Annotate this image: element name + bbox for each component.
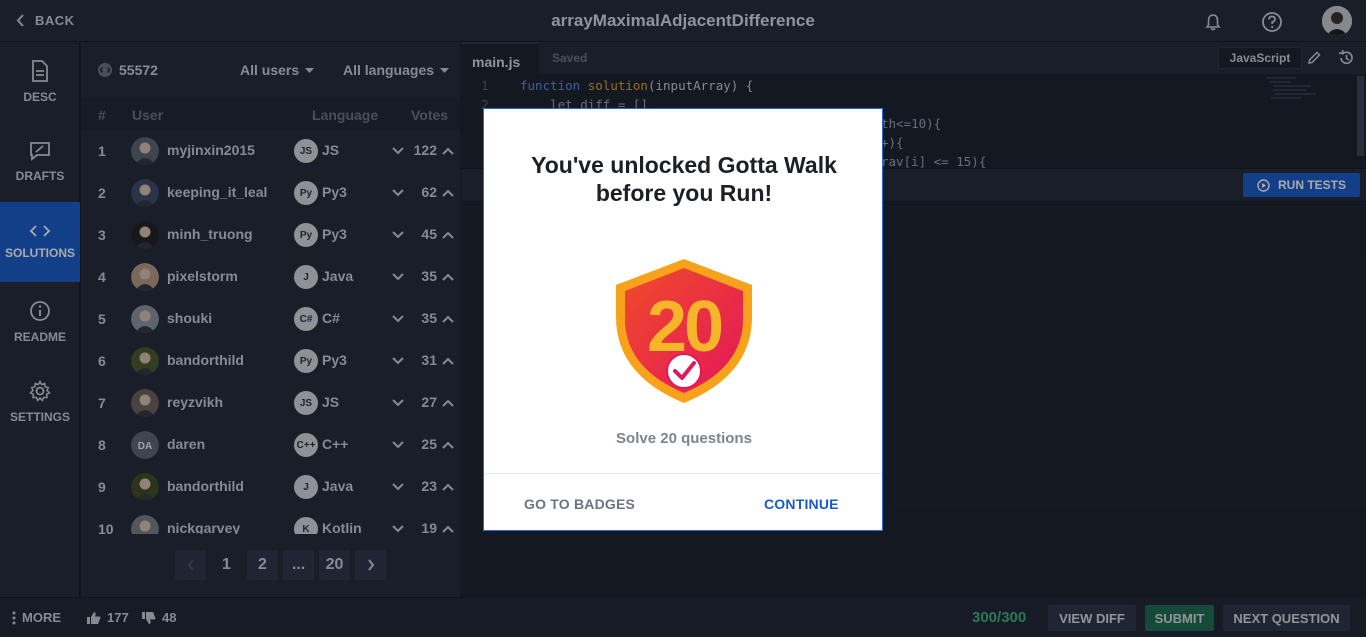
modal-description: Solve 20 questions — [616, 430, 752, 447]
continue-button[interactable]: CONTINUE — [764, 496, 839, 512]
modal-footer: GO TO BADGES CONTINUE — [484, 473, 882, 531]
badge-unlocked-modal: You've unlocked Gotta Walk before you Ru… — [483, 108, 883, 531]
go-to-badges-button[interactable]: GO TO BADGES — [524, 496, 635, 512]
badge-shield-icon: 20 — [612, 257, 756, 405]
modal-title: You've unlocked Gotta Walk before you Ru… — [531, 152, 837, 206]
app-root: BACK arrayMaximalAdjacentDifference DESC… — [0, 0, 1366, 637]
